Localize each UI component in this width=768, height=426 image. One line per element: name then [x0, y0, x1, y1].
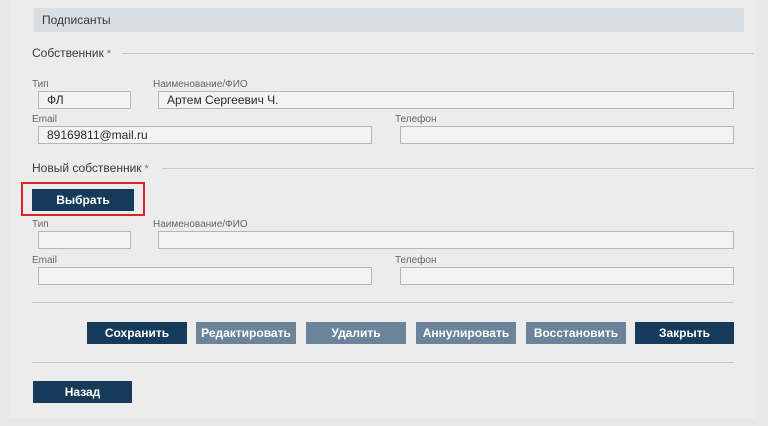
page-container: Подписанты Собственник * Тип ФЛ Наименова…	[10, 0, 756, 418]
owner-email-field[interactable]: 89169811@mail.ru	[38, 126, 372, 144]
new-owner-type-label: Тип	[32, 219, 49, 230]
select-owner-button[interactable]: Выбрать	[32, 189, 134, 211]
new-owner-type-field[interactable]	[38, 231, 131, 249]
restore-button[interactable]: Восстановить	[526, 322, 626, 344]
owner-type-field[interactable]: ФЛ	[38, 91, 131, 109]
new-owner-email-field[interactable]	[38, 267, 372, 285]
owner-email-label: Email	[32, 114, 58, 125]
owner-name-label: Наименование/ФИО	[153, 79, 248, 90]
owner-phone-label: Телефон	[395, 114, 437, 125]
new-owner-name-label: Наименование/ФИО	[153, 219, 248, 230]
owner-name-field[interactable]: Артем Сергеевич Ч.	[158, 91, 734, 109]
delete-button[interactable]: Удалить	[306, 322, 406, 344]
actions-bottom-divider	[32, 362, 734, 363]
owner-group-title: Собственник *	[32, 46, 111, 60]
new-owner-phone-label: Телефон	[395, 255, 437, 266]
actions-top-divider	[32, 302, 734, 303]
annul-button[interactable]: Аннулировать	[416, 322, 516, 344]
new-owner-email-label: Email	[32, 255, 58, 266]
new-owner-required-mark: *	[144, 163, 149, 175]
new-owner-title-text: Новый собственник	[32, 161, 142, 175]
new-owner-group-title: Новый собственник *	[32, 161, 149, 175]
section-header-signers: Подписанты	[34, 8, 744, 32]
owner-group-line	[122, 53, 754, 54]
new-owner-name-field[interactable]	[158, 231, 734, 249]
owner-type-label: Тип	[32, 79, 49, 90]
back-button[interactable]: Назад	[33, 381, 132, 403]
edit-button[interactable]: Редактировать	[196, 322, 296, 344]
save-button[interactable]: Сохранить	[87, 322, 187, 344]
owner-title-text: Собственник	[32, 46, 104, 60]
new-owner-phone-field[interactable]	[400, 267, 734, 285]
close-button[interactable]: Закрыть	[635, 322, 734, 344]
owner-phone-field[interactable]	[400, 126, 734, 144]
new-owner-group-line	[162, 168, 754, 169]
owner-required-mark: *	[106, 48, 111, 60]
